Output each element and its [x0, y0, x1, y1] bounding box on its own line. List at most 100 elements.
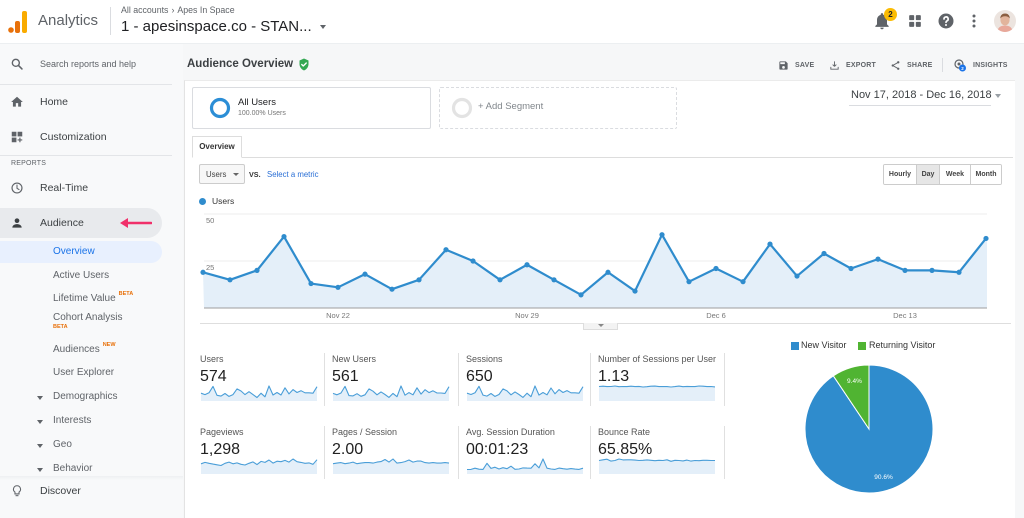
search-icon: [11, 58, 23, 70]
data-point[interactable]: [767, 241, 773, 247]
data-point[interactable]: [956, 269, 962, 275]
item-text: Audiences: [53, 344, 100, 355]
tab-overview[interactable]: Overview: [192, 136, 242, 158]
avatar[interactable]: [994, 10, 1016, 32]
sparkline-pages-per-session: [332, 458, 450, 474]
metric-divider: [324, 353, 325, 406]
share-button[interactable]: SHARE: [890, 58, 933, 72]
sparkline-pageviews: [200, 458, 318, 474]
more-vert-icon[interactable]: [964, 11, 984, 31]
visitor-pie-chart: 90.6% 9.4%: [804, 364, 934, 494]
segment-detail: 100.00% Users: [238, 110, 286, 117]
chevron-down-icon: [233, 172, 240, 176]
segment-all-users[interactable]: All Users 100.00% Users: [192, 87, 431, 129]
save-button[interactable]: SAVE: [778, 58, 814, 72]
data-point[interactable]: [389, 286, 395, 292]
new-badge: NEW: [102, 342, 116, 348]
data-point[interactable]: [578, 292, 584, 298]
sidebar-item-user-explorer[interactable]: User Explorer: [0, 364, 172, 382]
interval-month-button[interactable]: Month: [970, 165, 1001, 184]
metric-pages-per-session[interactable]: Pages / Session 2.00: [332, 427, 452, 477]
data-point[interactable]: [524, 262, 530, 268]
metric-avg-session-duration[interactable]: Avg. Session Duration 00:01:23: [466, 427, 586, 477]
sidebar-item-customization[interactable]: Customization: [0, 127, 172, 147]
data-point[interactable]: [848, 265, 854, 272]
export-button[interactable]: EXPORT: [829, 58, 876, 72]
metric-label: Number of Sessions per User: [598, 354, 717, 364]
metric-new-users[interactable]: New Users 561: [332, 354, 452, 404]
data-point[interactable]: [227, 277, 233, 283]
metric-select[interactable]: Users: [199, 164, 245, 184]
breadcrumb-account[interactable]: Apes In Space: [177, 5, 234, 15]
chart-collapse-toggle[interactable]: [583, 323, 618, 330]
sidebar-item-interests[interactable]: Interests: [0, 412, 172, 430]
save-label: SAVE: [795, 61, 815, 69]
apps-grid-icon[interactable]: [905, 11, 925, 31]
data-point[interactable]: [362, 271, 368, 277]
select-metric-link[interactable]: Select a metric: [267, 170, 319, 179]
app-name[interactable]: Analytics: [38, 12, 98, 29]
data-point[interactable]: [281, 233, 287, 240]
data-point[interactable]: [605, 269, 611, 275]
add-segment-button[interactable]: + Add Segment: [439, 87, 677, 129]
interval-day-button[interactable]: Day: [916, 165, 939, 184]
data-point[interactable]: [470, 258, 476, 264]
data-point[interactable]: [416, 277, 422, 283]
search-input[interactable]: Search reports and help: [40, 59, 136, 69]
sidebar-item-demographics[interactable]: Demographics: [0, 388, 172, 406]
data-point[interactable]: [497, 277, 503, 283]
sidebar-divider: [0, 84, 172, 85]
data-point[interactable]: [443, 247, 449, 253]
data-point[interactable]: [740, 279, 746, 285]
data-point[interactable]: [794, 273, 800, 279]
legend-new-visitor-label[interactable]: New Visitor: [801, 340, 846, 350]
data-point[interactable]: [875, 256, 881, 262]
sidebar-item-label: Audiences NEW: [53, 342, 116, 355]
breadcrumb: All accounts › Apes In Space: [121, 5, 235, 15]
metric-users[interactable]: Users 574: [200, 354, 320, 404]
breadcrumb-all-accounts[interactable]: All accounts: [121, 5, 168, 15]
data-point[interactable]: [254, 267, 260, 273]
sidebar-item-active-users[interactable]: Active Users: [0, 267, 172, 285]
legend-returning-visitor-label[interactable]: Returning Visitor: [869, 340, 935, 350]
chevron-down-icon[interactable]: [995, 94, 1001, 98]
property-selector[interactable]: 1 - apesinspace.co - STAN...: [121, 16, 326, 36]
metric-sessions[interactable]: Sessions 650: [466, 354, 586, 404]
data-point[interactable]: [821, 250, 827, 257]
sidebar-item-home[interactable]: Home: [0, 92, 172, 112]
sidebar-item-discover[interactable]: Discover: [0, 481, 172, 501]
top-app-bar: Analytics All accounts › Apes In Space 1…: [0, 0, 1024, 44]
interval-toggle: Hourly Day Week Month: [883, 164, 1002, 185]
sidebar-item-lifetime-value[interactable]: Lifetime Value BETA: [0, 290, 172, 308]
sidebar-item-geo[interactable]: Geo: [0, 436, 172, 454]
data-point[interactable]: [902, 267, 908, 273]
data-point[interactable]: [200, 269, 206, 275]
sidebar-item-label: Behavior: [53, 463, 93, 474]
help-icon[interactable]: [936, 11, 956, 31]
sidebar-item-cohort-analysis[interactable]: Cohort Analysis BETA: [0, 309, 172, 333]
sidebar-search[interactable]: Search reports and help: [0, 54, 172, 74]
metric-pageviews[interactable]: Pageviews 1,298: [200, 427, 320, 477]
metric-divider: [590, 353, 591, 406]
metric-sessions-per-user[interactable]: Number of Sessions per User 1.13: [598, 354, 718, 404]
share-label: SHARE: [907, 61, 933, 69]
data-point[interactable]: [686, 279, 692, 285]
interval-hourly-button[interactable]: Hourly: [884, 165, 916, 184]
page-title: Audience Overview: [187, 58, 294, 70]
metric-bounce-rate[interactable]: Bounce Rate 65.85%: [598, 427, 718, 477]
data-point[interactable]: [983, 235, 989, 242]
data-point[interactable]: [713, 265, 719, 272]
data-point[interactable]: [632, 288, 638, 294]
data-point[interactable]: [335, 284, 341, 290]
data-point[interactable]: [659, 232, 665, 238]
date-range-picker[interactable]: Nov 17, 2018 - Dec 16, 2018: [851, 89, 992, 101]
data-point[interactable]: [551, 277, 557, 283]
data-point[interactable]: [929, 267, 935, 273]
sidebar-item-audiences[interactable]: Audiences NEW: [0, 341, 172, 359]
interval-week-button[interactable]: Week: [939, 165, 970, 184]
insights-button[interactable]: 2 INSIGHTS: [953, 58, 1008, 72]
data-point[interactable]: [308, 280, 314, 287]
sidebar-item-real-time[interactable]: Real-Time: [0, 178, 172, 198]
analytics-logo-icon[interactable]: [6, 8, 28, 34]
sidebar-item-overview[interactable]: Overview: [0, 243, 172, 261]
